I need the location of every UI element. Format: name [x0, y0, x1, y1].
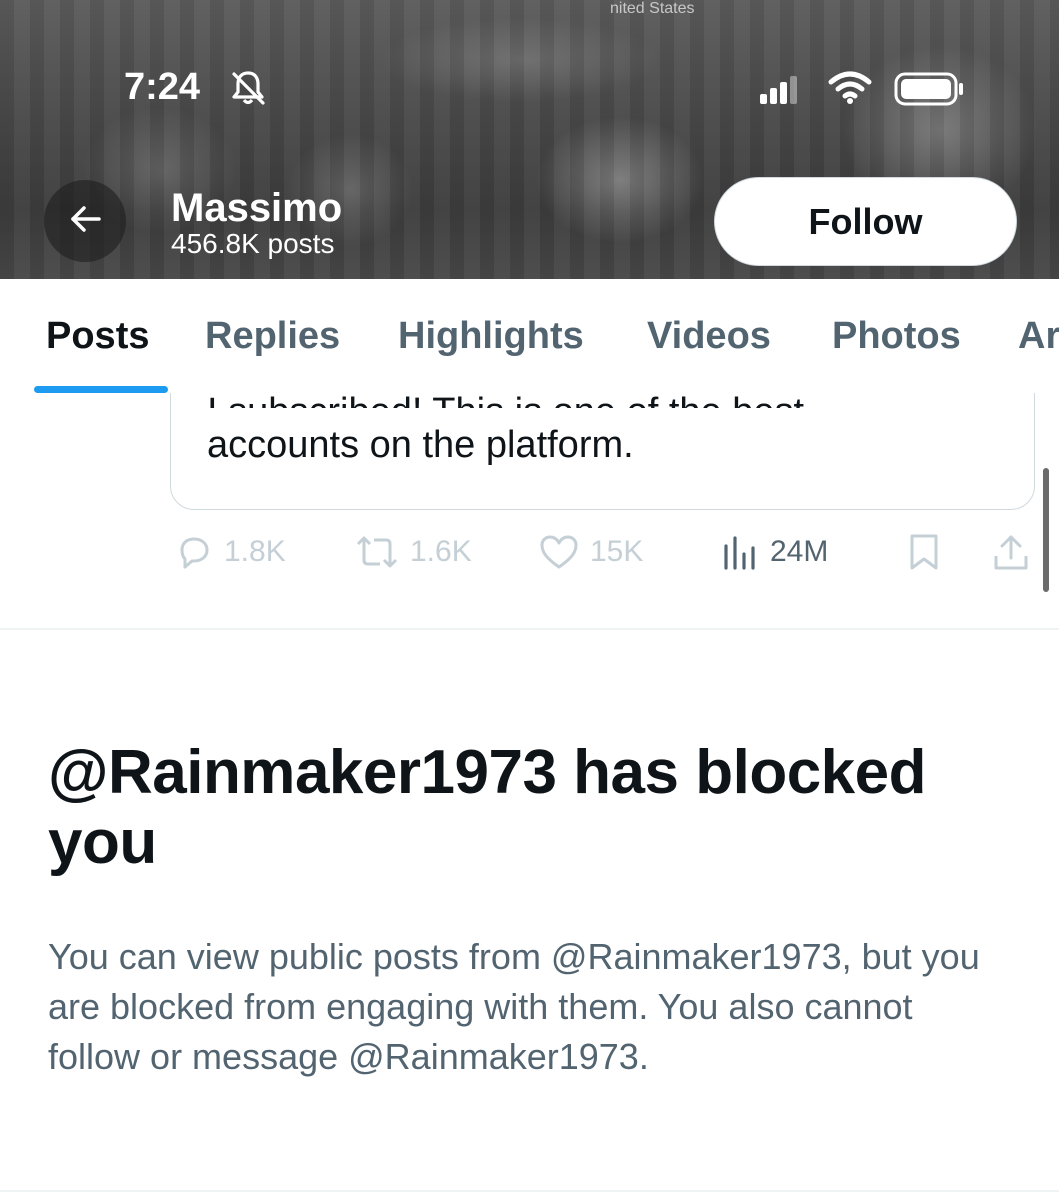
- follow-button[interactable]: Follow: [714, 177, 1017, 266]
- repost-icon: [354, 532, 400, 572]
- tab-posts[interactable]: Posts: [46, 315, 149, 358]
- like-count: 15K: [590, 535, 644, 568]
- divider: [0, 628, 1059, 630]
- reply-action[interactable]: 1.8K: [174, 532, 286, 572]
- tab-articles[interactable]: Ar: [1018, 315, 1059, 358]
- share-icon: [990, 532, 1032, 574]
- reply-count: 1.8K: [224, 535, 286, 568]
- cellular-signal-icon: [760, 76, 800, 109]
- banner-sign-text: nited States: [610, 0, 695, 17]
- tab-photos[interactable]: Photos: [832, 315, 961, 358]
- profile-name: Massimo: [171, 186, 343, 230]
- quoted-post-text: accounts on the platform.: [207, 424, 634, 466]
- views-count: 24M: [770, 535, 829, 568]
- heart-icon: [538, 532, 580, 572]
- active-tab-indicator: [34, 386, 168, 393]
- reply-icon: [174, 532, 214, 572]
- blocked-description: You can view public posts from @Rainmake…: [48, 936, 980, 1077]
- status-time: 7:24: [124, 66, 201, 108]
- arrow-left-icon: [65, 199, 105, 244]
- bookmark-action[interactable]: [904, 532, 944, 572]
- profile-post-count: 456.8K posts: [171, 228, 335, 259]
- battery-icon: [894, 72, 966, 111]
- wifi-icon: [828, 70, 872, 109]
- analytics-icon: [720, 532, 760, 572]
- views-action[interactable]: 24M: [720, 532, 828, 572]
- repost-count: 1.6K: [410, 535, 472, 568]
- repost-action[interactable]: 1.6K: [354, 532, 472, 572]
- bell-slash-icon: [228, 68, 268, 113]
- profile-tabs: Posts Replies Highlights Videos Photos A…: [0, 279, 1059, 393]
- scrollbar[interactable]: [1043, 468, 1049, 592]
- like-action[interactable]: 15K: [538, 532, 643, 572]
- bookmark-icon: [904, 532, 944, 572]
- tab-highlights[interactable]: Highlights: [398, 315, 584, 358]
- tab-replies[interactable]: Replies: [205, 315, 340, 358]
- divider: [0, 1190, 1059, 1192]
- back-button[interactable]: [44, 180, 126, 262]
- blocked-title: @Rainmaker1973 has blocked you: [48, 738, 927, 877]
- tab-videos[interactable]: Videos: [647, 315, 771, 358]
- share-action[interactable]: [990, 532, 1032, 574]
